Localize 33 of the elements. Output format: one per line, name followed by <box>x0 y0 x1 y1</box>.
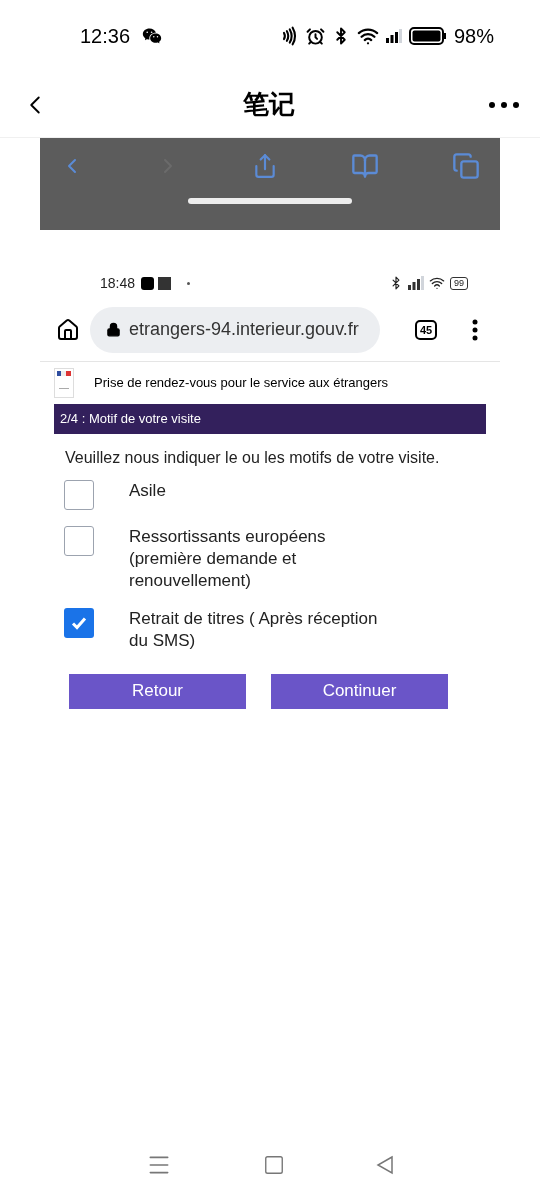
lock-icon <box>106 322 121 337</box>
url-bar[interactable]: etrangers-94.interieur.gouv.fr <box>90 306 380 353</box>
form-button[interactable]: Retour <box>69 673 246 709</box>
wifi-icon <box>429 275 445 291</box>
inner-status-time: 18:48 <box>100 273 136 293</box>
more-icon[interactable] <box>488 100 520 109</box>
battery-level: 99 <box>450 276 468 290</box>
option-label: Ressortissants européens (première demande et renouvellement) <box>129 525 327 592</box>
checkbox[interactable] <box>64 607 94 638</box>
wifi-icon <box>356 25 379 47</box>
flag-logo-icon <box>54 368 74 398</box>
form-button[interactable]: Continuer <box>271 673 448 709</box>
home-icon[interactable] <box>56 317 80 342</box>
prompt-text: Veuillez nous indiquer le ou les motifs de votre visite. <box>65 447 441 468</box>
option-label: Retrait de titres ( Après réception du SMS) <box>129 607 379 652</box>
status-time: 12:36 <box>80 24 131 49</box>
checkbox[interactable] <box>64 525 94 556</box>
signal-icon <box>385 29 402 43</box>
url-text: etrangers-94.interieur.gouv.fr <box>129 318 359 341</box>
chat-bubbles-icon <box>142 26 163 46</box>
option-label: Asile <box>129 479 167 502</box>
step-banner: 2/4 : Motif de votre visite <box>54 404 486 434</box>
signal-icon <box>408 276 424 290</box>
back-triangle-icon[interactable] <box>376 1155 395 1175</box>
menu-icon[interactable] <box>472 318 478 341</box>
tab-count[interactable]: 45 <box>414 319 438 340</box>
alarm-icon <box>305 26 325 46</box>
battery-percent: 98% <box>453 24 494 49</box>
battery-icon <box>408 27 447 45</box>
checkbox[interactable] <box>64 479 94 510</box>
home-button-icon[interactable] <box>263 1154 285 1176</box>
page-title: 笔记 <box>243 88 295 121</box>
site-title: Prise de rendez-vous pour le service aux étrangers <box>94 374 389 393</box>
